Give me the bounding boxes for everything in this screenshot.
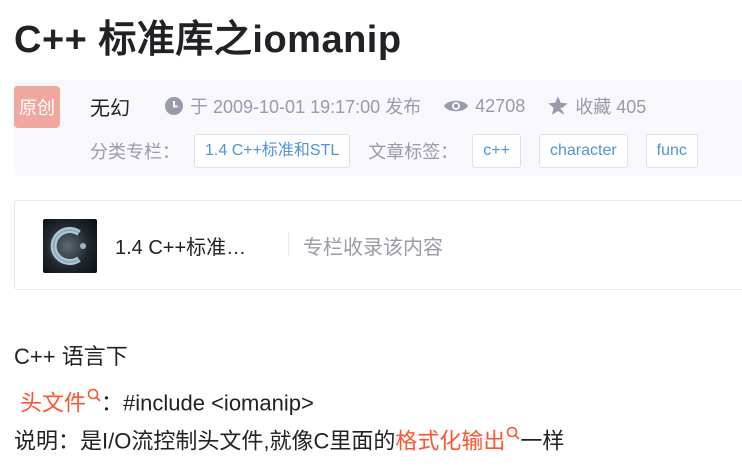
view-count: 42708: [443, 96, 525, 117]
content-line-3: 说明：是I/O流控制头文件,就像C里面的格式化输出 一样: [14, 414, 565, 454]
category-label: 分类专栏：: [90, 142, 180, 162]
column-title[interactable]: 1.4 C++标准…: [115, 231, 246, 260]
column-thumbnail: [43, 219, 97, 273]
article-info-row: 无幻 于 2009-10-01 19:17:00 发布 42708 收藏 405: [90, 90, 668, 122]
column-card[interactable]: 1.4 C++标准… 专栏收录该内容: [14, 200, 742, 290]
tags-label: 文章标签：: [368, 142, 459, 162]
column-divider: [288, 233, 289, 255]
column-note: 专栏收录该内容: [303, 237, 443, 259]
favorite-button[interactable]: 收藏 405: [547, 93, 646, 119]
article-content: C++ 语言下 头文件 ：#include <iomanip> 说明：是I/O流控…: [14, 338, 565, 454]
original-badge: 原创: [14, 86, 60, 128]
publish-time: 于 2009-10-01 19:17:00 发布: [164, 93, 421, 119]
favorite-text: 收藏 405: [575, 97, 647, 117]
description-text: 说明：是I/O流控制头文件,就像C里面的: [14, 428, 396, 454]
author-name[interactable]: 无幻: [90, 92, 130, 121]
eye-icon: [443, 97, 469, 115]
tag-func[interactable]: func: [645, 134, 698, 168]
category-tag[interactable]: 1.4 C++标准和STL: [194, 134, 351, 168]
category-tags-row: 分类专栏： 1.4 C++标准和STL 文章标签： c++ character …: [90, 132, 716, 170]
content-line-2: 头文件 ：#include <iomanip>: [14, 376, 564, 416]
page-title: C++ 标准库之iomanip: [14, 19, 402, 61]
format-output-link[interactable]: 格式化输出: [395, 428, 505, 453]
search-icon[interactable]: [87, 376, 101, 414]
publish-time-text: 于 2009-10-01 19:17:00 发布: [190, 97, 422, 117]
include-text: ：#include <iomanip>: [101, 390, 314, 416]
view-count-text: 42708: [475, 95, 526, 116]
tag-character[interactable]: character: [538, 134, 628, 168]
header-file-link[interactable]: 头文件: [20, 390, 86, 415]
search-icon[interactable]: [506, 414, 520, 452]
content-line-1: C++ 语言下: [14, 344, 128, 369]
tag-cpp[interactable]: c++: [472, 134, 521, 168]
star-icon: [547, 95, 569, 117]
description-suffix: 一样: [520, 428, 565, 454]
clock-icon: [164, 96, 184, 116]
